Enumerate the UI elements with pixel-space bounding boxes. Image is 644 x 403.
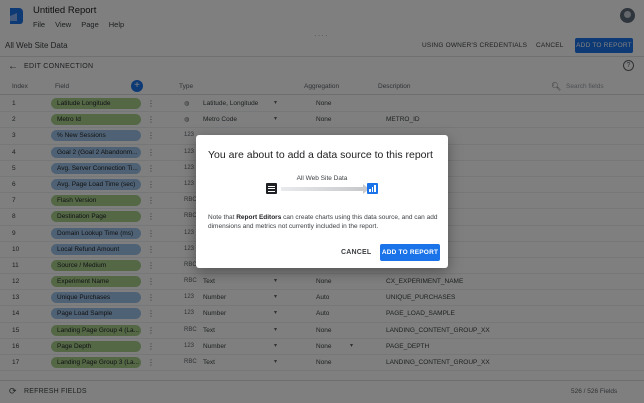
add-data-source-dialog: You are about to add a data source to th… [196, 135, 448, 268]
dialog-note: Note that Report Editors can create char… [208, 213, 438, 231]
note-text-before: Note that [208, 214, 237, 221]
dialog-title: You are about to add a data source to th… [208, 149, 433, 161]
data-source-icon [266, 183, 277, 194]
note-report-editors: Report Editors [236, 214, 282, 221]
report-chart-icon [367, 183, 378, 194]
arrow-right-icon [281, 184, 369, 194]
dialog-add-to-report-button[interactable]: ADD TO REPORT [380, 244, 440, 261]
dialog-data-source-name: All Web Site Data [296, 175, 348, 182]
dialog-cancel-button[interactable]: CANCEL [341, 249, 371, 256]
